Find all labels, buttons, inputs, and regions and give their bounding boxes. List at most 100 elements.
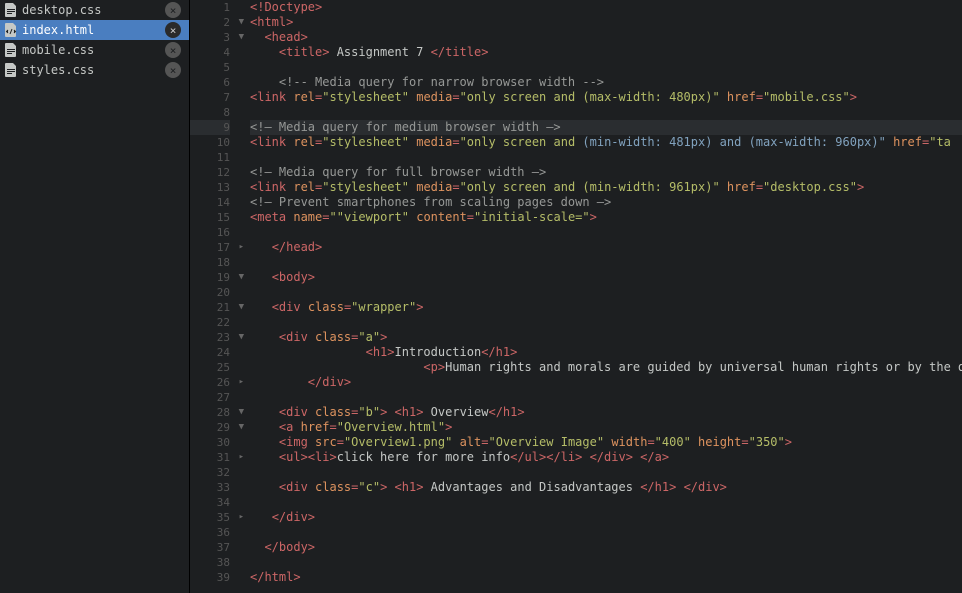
code-line[interactable]: [250, 285, 962, 300]
line-number[interactable]: 23▼: [190, 330, 230, 345]
line-number[interactable]: 1: [190, 0, 230, 15]
fold-icon[interactable]: ▼: [234, 330, 244, 345]
code-line[interactable]: </html>: [250, 570, 962, 585]
code-line[interactable]: <!— Media query for medium browser width…: [250, 120, 962, 135]
line-number[interactable]: 25: [190, 360, 230, 375]
line-number[interactable]: 22: [190, 315, 230, 330]
fold-icon[interactable]: ▼: [234, 300, 244, 315]
code-line[interactable]: [250, 495, 962, 510]
line-number[interactable]: 11: [190, 150, 230, 165]
file-tab-index-html[interactable]: index.html×: [0, 20, 189, 40]
code-editor[interactable]: 12▼3▼4567891011121314151617▸1819▼2021▼22…: [190, 0, 962, 593]
fold-icon[interactable]: ▼: [234, 405, 244, 420]
code-line[interactable]: <link rel="stylesheet" media="only scree…: [250, 135, 962, 150]
line-number[interactable]: 18: [190, 255, 230, 270]
fold-icon[interactable]: ▸: [234, 450, 244, 465]
line-number[interactable]: 19▼: [190, 270, 230, 285]
line-number[interactable]: 3▼: [190, 30, 230, 45]
close-icon[interactable]: ×: [165, 42, 181, 58]
line-number[interactable]: 36: [190, 525, 230, 540]
line-number[interactable]: 5: [190, 60, 230, 75]
code-line[interactable]: </head>: [250, 240, 962, 255]
file-tab-mobile-css[interactable]: mobile.css×: [0, 40, 189, 60]
code-line[interactable]: </div>: [250, 510, 962, 525]
line-number[interactable]: 15: [190, 210, 230, 225]
code-line[interactable]: <p>Human rights and morals are guided by…: [250, 360, 962, 375]
line-number[interactable]: 27: [190, 390, 230, 405]
file-tab-styles-css[interactable]: styles.css×: [0, 60, 189, 80]
line-number[interactable]: 26▸: [190, 375, 230, 390]
file-tab-desktop-css[interactable]: desktop.css×: [0, 0, 189, 20]
line-number[interactable]: 37: [190, 540, 230, 555]
line-number[interactable]: 8: [190, 105, 230, 120]
line-number[interactable]: 7: [190, 90, 230, 105]
code-line[interactable]: [250, 150, 962, 165]
code-line[interactable]: </div>: [250, 375, 962, 390]
code-line[interactable]: <!Doctype>: [250, 0, 962, 15]
fold-icon[interactable]: ▸: [234, 510, 244, 525]
code-line[interactable]: [250, 390, 962, 405]
line-number[interactable]: 35▸: [190, 510, 230, 525]
line-number[interactable]: 12: [190, 165, 230, 180]
line-number[interactable]: 34: [190, 495, 230, 510]
code-line[interactable]: <body>: [250, 270, 962, 285]
code-line[interactable]: </body>: [250, 540, 962, 555]
line-number[interactable]: 10: [190, 135, 230, 150]
code-line[interactable]: <div class="b"> <h1> Overview</h1>: [250, 405, 962, 420]
code-line[interactable]: <!— Prevent smartphones from scaling pag…: [250, 195, 962, 210]
code-line[interactable]: [250, 105, 962, 120]
code-line[interactable]: [250, 465, 962, 480]
fold-icon[interactable]: ▼: [234, 15, 244, 30]
line-number[interactable]: 21▼: [190, 300, 230, 315]
line-number[interactable]: 24: [190, 345, 230, 360]
line-number[interactable]: 2▼: [190, 15, 230, 30]
code-area[interactable]: <!Doctype><html> <head> <title> Assignme…: [248, 0, 962, 593]
code-line[interactable]: <meta name=""viewport" content="initial-…: [250, 210, 962, 225]
code-line[interactable]: <img src="Overview1.png" alt="Overview I…: [250, 435, 962, 450]
fold-icon[interactable]: ▼: [234, 30, 244, 45]
line-number[interactable]: 38: [190, 555, 230, 570]
line-number[interactable]: 31▸: [190, 450, 230, 465]
code-line[interactable]: [250, 525, 962, 540]
line-number[interactable]: 17▸: [190, 240, 230, 255]
code-line[interactable]: <div class="wrapper">: [250, 300, 962, 315]
code-line[interactable]: <ul><li>click here for more info</ul></l…: [250, 450, 962, 465]
close-icon[interactable]: ×: [165, 22, 181, 38]
line-number[interactable]: 20: [190, 285, 230, 300]
code-line[interactable]: <div class="a">: [250, 330, 962, 345]
line-number[interactable]: 14: [190, 195, 230, 210]
code-line[interactable]: [250, 255, 962, 270]
line-number[interactable]: 4: [190, 45, 230, 60]
code-line[interactable]: <div class="c"> <h1> Advantages and Disa…: [250, 480, 962, 495]
code-line[interactable]: <a href="Overview.html">: [250, 420, 962, 435]
close-icon[interactable]: ×: [165, 62, 181, 78]
fold-icon[interactable]: ▼: [234, 270, 244, 285]
code-line[interactable]: <h1>Introduction</h1>: [250, 345, 962, 360]
close-icon[interactable]: ×: [165, 2, 181, 18]
code-line[interactable]: <link rel="stylesheet" media="only scree…: [250, 90, 962, 105]
code-line[interactable]: [250, 555, 962, 570]
code-line[interactable]: <!-- Media query for narrow browser widt…: [250, 75, 962, 90]
code-line[interactable]: <title> Assignment 7 </title>: [250, 45, 962, 60]
code-token: width: [611, 435, 647, 449]
line-number[interactable]: 13: [190, 180, 230, 195]
line-number[interactable]: 28▼: [190, 405, 230, 420]
line-number[interactable]: 33: [190, 480, 230, 495]
fold-icon[interactable]: ▸: [234, 240, 244, 255]
code-line[interactable]: <html>: [250, 15, 962, 30]
line-number[interactable]: 16: [190, 225, 230, 240]
fold-icon[interactable]: ▼: [234, 420, 244, 435]
line-number[interactable]: 39: [190, 570, 230, 585]
code-line[interactable]: [250, 225, 962, 240]
line-number[interactable]: 29▼: [190, 420, 230, 435]
code-line[interactable]: [250, 315, 962, 330]
code-line[interactable]: <head>: [250, 30, 962, 45]
line-number[interactable]: 6: [190, 75, 230, 90]
code-line[interactable]: <link rel="stylesheet" media="only scree…: [250, 180, 962, 195]
code-line[interactable]: <!— Media query for full browser width —…: [250, 165, 962, 180]
line-number[interactable]: 30: [190, 435, 230, 450]
line-number[interactable]: 9: [190, 120, 230, 135]
fold-icon[interactable]: ▸: [234, 375, 244, 390]
line-number[interactable]: 32: [190, 465, 230, 480]
code-line[interactable]: [250, 60, 962, 75]
